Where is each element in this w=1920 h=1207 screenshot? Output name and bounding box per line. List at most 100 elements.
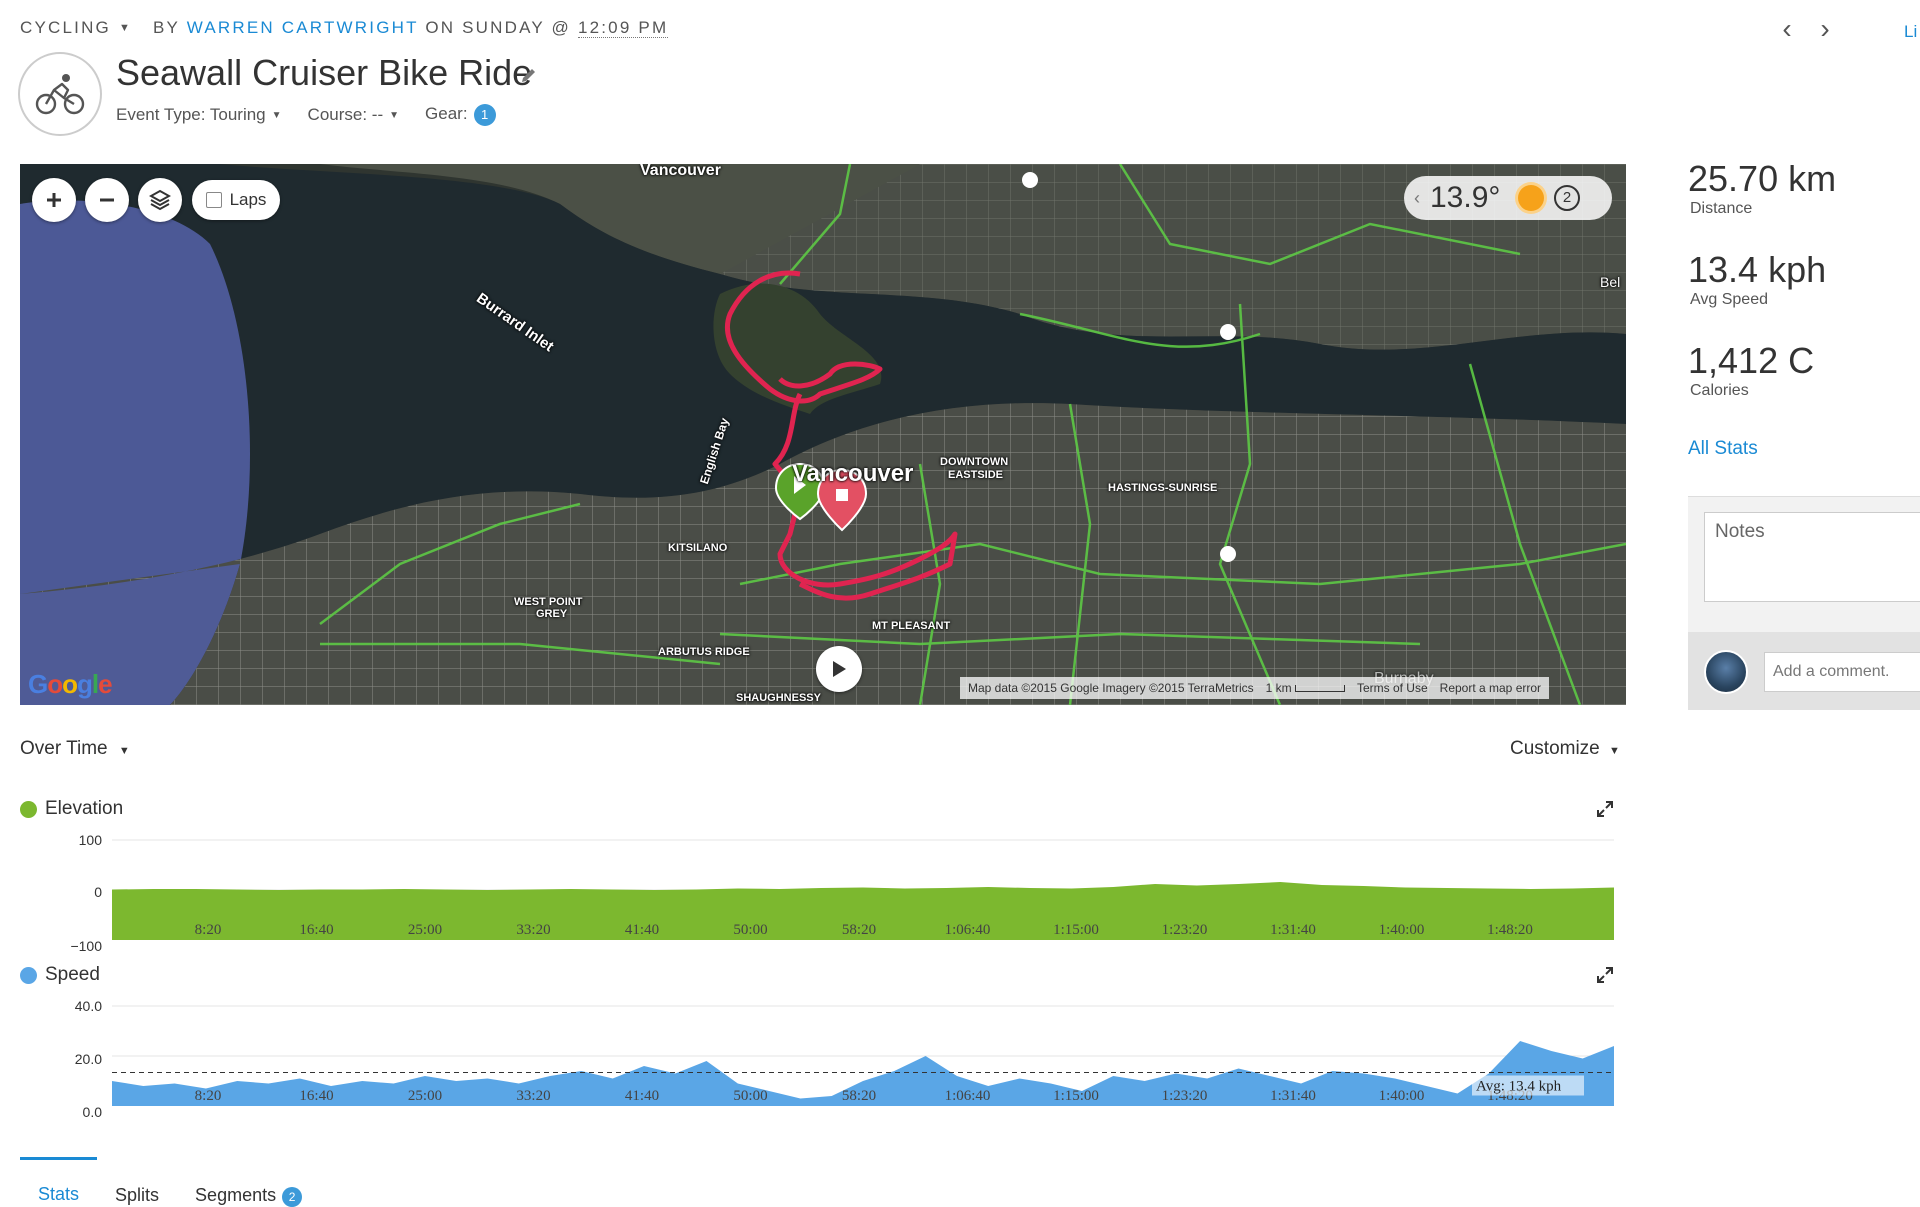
activity-title: Seawall Cruiser Bike Ride [116, 52, 533, 93]
temperature-value: 13.9° [1430, 181, 1501, 214]
scale-label: 1 km [1265, 681, 1292, 695]
by-label: BY [153, 18, 180, 37]
customize-dropdown[interactable]: Customize ▼ [1510, 738, 1620, 760]
map-imagery [20, 164, 1626, 705]
caret-down-icon[interactable]: ▼ [119, 745, 130, 757]
route-map[interactable]: Laps ‹ 13.9° 2 Vancouver Burrard Inlet E… [20, 164, 1626, 705]
elevation-chart[interactable]: 8:20 16:40 25:00 33:20 41:40 50:00 58:20 1:06:4… [112, 836, 1614, 944]
weather-widget[interactable]: ‹ 13.9° 2 [1404, 176, 1612, 220]
x-tick-label: 41:40 [625, 1088, 659, 1104]
wind-icon: 2 [1554, 185, 1580, 211]
gear-field[interactable]: Gear: 1 [425, 104, 496, 126]
detail-tabs: Stats Splits Segments 2 [20, 1157, 320, 1207]
avg-speed-label: Avg Speed [1690, 291, 1768, 308]
x-tick-label: 1:23:20 [1162, 922, 1208, 938]
gear-count-badge[interactable]: 1 [473, 104, 496, 126]
expand-icon[interactable] [1596, 966, 1614, 984]
terms-link[interactable]: Terms of Use [1357, 681, 1428, 695]
x-tick-label: 8:20 [195, 1088, 222, 1104]
map-label: ARBUTUS RIDGE [658, 646, 750, 658]
avg-speed-value: 13.4 kph [1688, 249, 1827, 290]
y-tick-label: 0 [94, 884, 102, 900]
google-logo: Google [28, 669, 113, 699]
next-activity-icon[interactable]: › [1814, 15, 1836, 43]
segments-count-badge: 2 [282, 1187, 303, 1207]
avatar [1704, 650, 1748, 694]
caret-down-icon[interactable]: ▼ [389, 110, 399, 121]
laps-toggle[interactable]: Laps [192, 180, 280, 220]
map-label: DOWNTOWN [940, 456, 1009, 468]
map-label: HASTINGS-SUNRISE [1108, 482, 1218, 494]
map-attribution: Map data ©2015 Google Imagery ©2015 Terr… [960, 677, 1550, 699]
x-tick-label: 58:20 [842, 1088, 876, 1104]
report-map-error-link[interactable]: Report a map error [1440, 681, 1541, 695]
tab-label: Stats [38, 1184, 80, 1204]
cycling-icon [18, 52, 102, 136]
course-dropdown[interactable]: Course: -- ▼ [308, 105, 399, 125]
map-label: Bel [1600, 274, 1621, 290]
activity-type-dropdown[interactable]: CYCLING ▼ [20, 18, 146, 37]
calories-label: Calories [1690, 382, 1749, 399]
elevation-title: Elevation [45, 798, 124, 819]
laps-checkbox[interactable] [205, 192, 222, 208]
layers-icon[interactable] [138, 178, 182, 222]
event-type-dropdown[interactable]: Event Type: Touring ▼ [116, 105, 282, 125]
activity-header-line: CYCLING ▼ BY WARREN CARTWRIGHT ON SUNDAY … [20, 18, 669, 38]
tab-label: Splits [115, 1185, 160, 1205]
x-tick-label: 25:00 [408, 1088, 442, 1104]
previous-activity-icon[interactable]: ‹ [1776, 15, 1798, 43]
edge-link[interactable]: Li [1904, 22, 1917, 42]
caret-down-icon[interactable]: ▼ [1609, 745, 1620, 757]
y-tick-label: −100 [70, 938, 102, 954]
chart-view-dropdown[interactable]: Over Time ▼ [20, 738, 130, 760]
elevation-chart-title: Elevation [20, 798, 123, 820]
zoom-out-button[interactable] [85, 178, 129, 222]
activity-time[interactable]: 12:09 PM [577, 18, 669, 38]
play-route-button[interactable] [816, 646, 862, 692]
map-label: MT PLEASANT [872, 620, 951, 632]
map-label: EASTSIDE [948, 469, 1004, 481]
x-tick-label: 1:40:00 [1379, 922, 1425, 938]
x-tick-label: 1:15:00 [1053, 922, 1099, 938]
map-data-attribution: Map data ©2015 Google Imagery ©2015 Terr… [968, 681, 1254, 695]
tab-stats[interactable]: Stats [20, 1157, 98, 1204]
event-type-label[interactable]: Event Type: Touring [116, 105, 266, 124]
x-tick-label: 16:40 [299, 1088, 333, 1104]
date-label: ON SUNDAY @ [425, 18, 571, 37]
caret-down-icon[interactable]: ▼ [119, 22, 132, 34]
user-link[interactable]: WARREN CARTWRIGHT [187, 18, 419, 37]
chart-view-label[interactable]: Over Time [20, 738, 108, 759]
x-tick-label: 1:15:00 [1053, 1088, 1099, 1104]
zoom-in-button[interactable] [32, 178, 76, 222]
notes-field[interactable]: Notes [1704, 512, 1920, 602]
map-label: Vancouver [640, 164, 721, 179]
speed-title: Speed [45, 964, 100, 985]
comment-input[interactable]: Add a comment. [1764, 652, 1920, 692]
activity-type-label[interactable]: CYCLING [20, 18, 111, 37]
map-label: GREY [536, 608, 568, 620]
speed-chart[interactable]: 8:20 16:40 25:00 33:20 41:40 50:00 58:20 1:06:4… [112, 1002, 1614, 1110]
x-tick-label: 41:40 [625, 922, 659, 938]
x-tick-label: 58:20 [842, 922, 876, 938]
customize-label[interactable]: Customize [1510, 738, 1600, 759]
x-tick-label: 33:20 [516, 922, 550, 938]
chevron-left-icon[interactable]: ‹ [1414, 188, 1420, 209]
tab-segments[interactable]: Segments 2 [177, 1157, 320, 1207]
x-tick-label: 1:31:40 [1270, 1088, 1316, 1104]
x-tick-label: 1:06:40 [945, 922, 991, 938]
activity-meta: Event Type: Touring ▼ Course: -- ▼ Gear: 1 [116, 104, 496, 126]
x-tick-label: 1:06:40 [945, 1088, 991, 1104]
tab-splits[interactable]: Splits [97, 1157, 177, 1205]
x-tick-label: 25:00 [408, 922, 442, 938]
y-tick-label: 100 [78, 832, 102, 848]
map-label: Vancouver [792, 460, 914, 487]
map-label: KITSILANO [668, 542, 728, 554]
calories-value: 1,412 C [1688, 340, 1815, 381]
x-tick-label: 50:00 [733, 922, 767, 938]
caret-down-icon[interactable]: ▼ [272, 110, 282, 121]
gear-label: Gear: [425, 104, 468, 123]
expand-icon[interactable] [1596, 800, 1614, 818]
all-stats-link[interactable]: All Stats [1688, 438, 1758, 460]
pencil-edit-icon[interactable] [520, 66, 538, 84]
course-label[interactable]: Course: -- [308, 105, 384, 124]
